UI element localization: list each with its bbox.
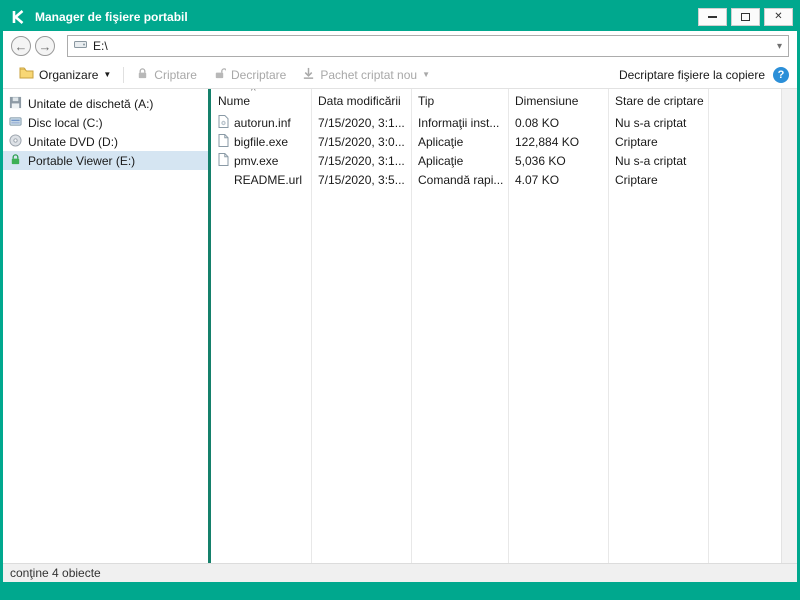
- table-row[interactable]: pmv.exe 7/15/2020, 3:1... Aplicaţie 5,03…: [211, 151, 781, 170]
- sort-asc-icon: ^: [251, 89, 256, 97]
- floppy-icon: [9, 96, 22, 112]
- column-header-encryption[interactable]: Stare de criptare: [608, 89, 708, 113]
- status-bar: conţine 4 obiecte: [3, 563, 797, 582]
- sidebar-item-local-disk-c[interactable]: Disc local (C:): [3, 113, 208, 132]
- sidebar-item-label: Unitate DVD (D:): [28, 134, 119, 149]
- decrypt-button[interactable]: Decriptare: [205, 63, 294, 87]
- setup-file-icon: [218, 114, 229, 131]
- help-icon[interactable]: ?: [773, 66, 789, 83]
- forward-arrow-icon: →: [38, 38, 52, 54]
- file-type-cell: Aplicaţie: [418, 153, 464, 168]
- encrypt-button[interactable]: Criptare: [128, 63, 205, 87]
- dvd-icon: [9, 133, 22, 150]
- kaspersky-logo-icon: [10, 8, 28, 26]
- column-header-size[interactable]: Dimensiune: [508, 89, 608, 113]
- file-size-cell: 0.08 KO: [515, 115, 560, 130]
- column-header-modified[interactable]: Data modificării: [311, 89, 411, 113]
- file-name-cell: bigfile.exe: [211, 133, 311, 150]
- file-encryption-cell: Criptare: [615, 172, 658, 187]
- vertical-scrollbar[interactable]: [781, 89, 797, 563]
- sidebar-item-portable-viewer-e[interactable]: Portable Viewer (E:): [3, 151, 208, 170]
- column-header-name[interactable]: ^ Nume: [211, 89, 311, 113]
- file-modified-cell: 7/15/2020, 3:1...: [318, 153, 405, 168]
- sidebar-item-dvd-d[interactable]: Unitate DVD (D:): [3, 132, 208, 151]
- close-button[interactable]: ✕: [764, 8, 793, 26]
- titlebar: Manager de fişiere portabil ✕: [3, 3, 797, 31]
- decrypt-label: Decriptare: [230, 67, 287, 82]
- file-size-cell: 4.07 KO: [515, 172, 560, 187]
- maximize-button[interactable]: [731, 8, 760, 26]
- column-header-empty: [708, 89, 781, 113]
- unlock-icon: [213, 67, 228, 83]
- address-bar[interactable]: E:\ ▾: [67, 35, 789, 57]
- navigation-bar: ← → E:\ ▾: [3, 31, 797, 61]
- minimize-icon: [708, 16, 717, 18]
- sidebar-item-label: Disc local (C:): [28, 115, 103, 130]
- sidebar-item-floppy-a[interactable]: Unitate de dischetă (A:): [3, 94, 208, 113]
- file-modified-cell: 7/15/2020, 3:1...: [318, 115, 405, 130]
- portable-file-manager-window: Manager de fişiere portabil ✕ ← → E:\ ▾ …: [0, 0, 800, 600]
- status-text: conţine 4 obiecte: [10, 566, 101, 580]
- column-header-type[interactable]: Tip: [411, 89, 508, 113]
- close-icon: ✕: [774, 11, 783, 22]
- table-row[interactable]: bigfile.exe 7/15/2020, 3:0... Aplicaţie …: [211, 132, 781, 151]
- forward-button[interactable]: →: [35, 36, 55, 56]
- chevron-down-icon: ▼: [422, 70, 430, 79]
- file-modified-cell: 7/15/2020, 3:0...: [318, 134, 405, 149]
- drive-sidebar: Unitate de dischetă (A:) Disc local (C:)…: [3, 89, 208, 563]
- drive-icon: [74, 39, 87, 53]
- file-type-cell: Informaţii inst...: [418, 115, 500, 130]
- column-header-row: ^ Nume Data modificării Tip Dimensiune S…: [211, 89, 781, 113]
- address-dropdown-icon[interactable]: ▾: [777, 41, 782, 52]
- new-package-label: Pachet criptat nou: [320, 67, 418, 82]
- application-file-icon: [218, 152, 229, 169]
- back-arrow-icon: ←: [14, 38, 28, 54]
- chevron-down-icon: ▼: [103, 70, 112, 79]
- address-text: E:\: [93, 39, 108, 53]
- file-type-cell: Comandă rapi...: [418, 172, 504, 187]
- file-modified-cell: 7/15/2020, 3:5...: [318, 172, 405, 187]
- package-arrow-icon: [302, 67, 315, 83]
- application-file-icon: [218, 133, 229, 150]
- file-list: ^ Nume Data modificării Tip Dimensiune S…: [211, 89, 781, 563]
- window-title: Manager de fişiere portabil: [35, 10, 188, 24]
- organize-button[interactable]: Organizare ▼: [11, 63, 119, 87]
- file-encryption-cell: Nu s-a criptat: [615, 115, 687, 130]
- toolbar: Organizare ▼ Criptare Decriptare Pachet …: [3, 61, 797, 89]
- toolbar-separator: [123, 66, 125, 83]
- file-name-cell: pmv.exe: [211, 152, 311, 169]
- file-name-cell: autorun.inf: [211, 114, 311, 131]
- table-row[interactable]: autorun.inf 7/15/2020, 3:1... Informaţii…: [211, 113, 781, 132]
- folder-icon: [19, 67, 34, 82]
- maximize-icon: [741, 13, 750, 21]
- sidebar-item-label: Portable Viewer (E:): [28, 153, 136, 168]
- main-area: Unitate de dischetă (A:) Disc local (C:)…: [3, 89, 797, 563]
- new-encrypted-package-button[interactable]: Pachet criptat nou ▼: [294, 63, 438, 87]
- decrypt-on-copy-label[interactable]: Decriptare fişiere la copiere: [619, 68, 765, 82]
- file-icon-placeholder: [218, 173, 229, 186]
- toolbar-right-group: Decriptare fişiere la copiere ?: [619, 66, 789, 83]
- hard-disk-icon: [9, 115, 22, 131]
- file-size-cell: 5,036 KO: [515, 153, 566, 168]
- table-row[interactable]: README.url 7/15/2020, 3:5... Comandă rap…: [211, 170, 781, 189]
- file-size-cell: 122,884 KO: [515, 134, 580, 149]
- sidebar-item-label: Unitate de dischetă (A:): [28, 96, 154, 111]
- file-encryption-cell: Criptare: [615, 134, 658, 149]
- file-type-cell: Aplicaţie: [418, 134, 464, 149]
- green-lock-icon: [9, 153, 22, 169]
- file-encryption-cell: Nu s-a criptat: [615, 153, 687, 168]
- organize-label: Organizare: [39, 67, 99, 82]
- minimize-button[interactable]: [698, 8, 727, 26]
- back-button[interactable]: ←: [11, 36, 31, 56]
- encrypt-label: Criptare: [154, 67, 197, 82]
- lock-icon: [136, 67, 149, 83]
- file-name-cell: README.url: [211, 173, 311, 187]
